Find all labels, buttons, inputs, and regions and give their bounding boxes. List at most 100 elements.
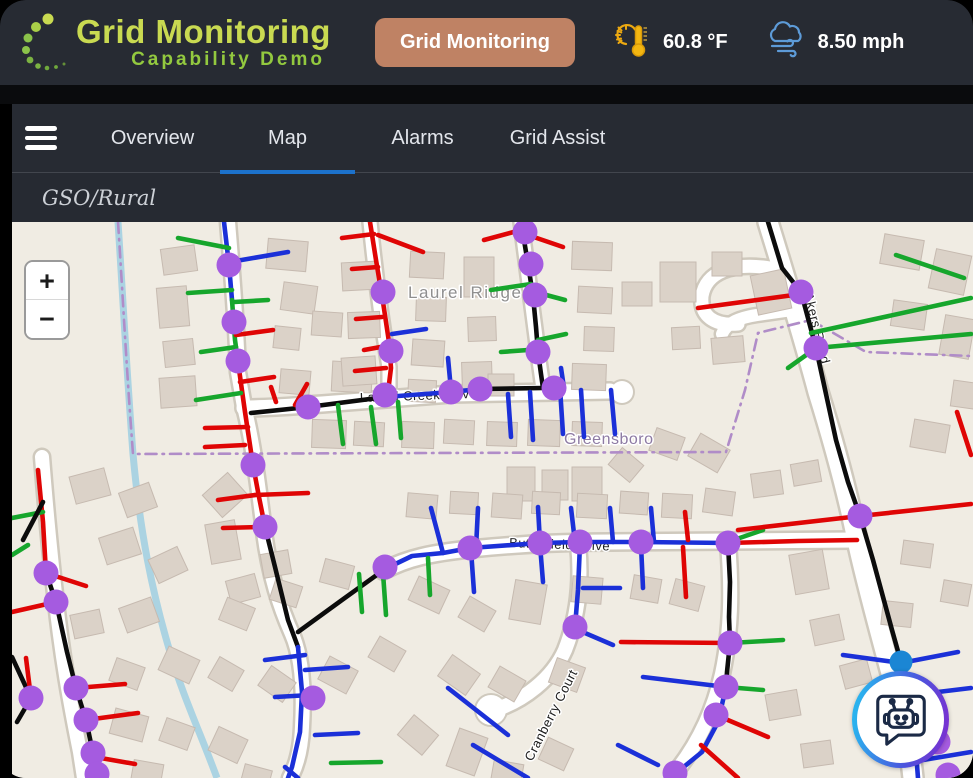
building xyxy=(572,363,607,390)
building xyxy=(443,419,474,445)
grid-node[interactable] xyxy=(568,530,593,555)
grid-map[interactable]: Laurel RidgeGreensboroLaurel Creek Drive… xyxy=(12,222,973,778)
building xyxy=(163,339,196,368)
grid-node[interactable] xyxy=(241,453,266,478)
power-line-g xyxy=(331,762,381,763)
building xyxy=(900,540,933,568)
building xyxy=(671,326,700,349)
grid-node[interactable] xyxy=(34,561,59,586)
grid-node[interactable] xyxy=(64,676,89,701)
map-canvas[interactable]: Laurel RidgeGreensboroLaurel Creek Drive… xyxy=(12,222,973,778)
breadcrumb: GSO/Rural xyxy=(42,186,156,210)
building xyxy=(810,614,845,646)
grid-node[interactable] xyxy=(716,531,741,556)
building xyxy=(449,491,478,514)
grid-node[interactable] xyxy=(373,383,398,408)
zoom-in-button[interactable]: + xyxy=(26,262,68,300)
building xyxy=(273,326,301,351)
app-header: Grid Monitoring Capability Demo Grid Mon… xyxy=(0,0,973,85)
building xyxy=(619,491,648,515)
wind-cloud-icon xyxy=(766,21,808,65)
logo-dots-swoosh-icon xyxy=(14,7,72,78)
building xyxy=(940,580,971,607)
grid-node[interactable] xyxy=(44,590,69,615)
power-line-b xyxy=(315,733,358,735)
building xyxy=(800,740,833,768)
power-line-r xyxy=(621,642,730,643)
building xyxy=(160,245,197,275)
building xyxy=(411,339,445,367)
grid-node[interactable] xyxy=(19,686,44,711)
grid-node[interactable] xyxy=(81,741,106,766)
tab-map[interactable]: Map xyxy=(220,104,355,173)
grid-node[interactable] xyxy=(468,377,493,402)
grid-node[interactable] xyxy=(519,252,544,277)
grid-node[interactable] xyxy=(528,531,553,556)
power-line-g xyxy=(188,290,232,293)
power-line-g xyxy=(428,558,430,595)
grid-node[interactable] xyxy=(804,336,829,361)
power-line-g xyxy=(398,402,401,438)
grid-node[interactable] xyxy=(253,515,278,540)
grid-node[interactable] xyxy=(301,686,326,711)
power-line-r xyxy=(685,512,688,540)
grid-node[interactable] xyxy=(379,339,404,364)
building xyxy=(702,488,735,516)
tab-alarms[interactable]: Alarms xyxy=(355,104,490,173)
grid-node[interactable] xyxy=(458,536,483,561)
building xyxy=(509,580,547,625)
map-zoom-control: + − xyxy=(24,260,70,340)
map-label: Greensboro xyxy=(564,431,654,448)
grid-node[interactable] xyxy=(714,675,739,700)
grid-monitoring-button[interactable]: Grid Monitoring xyxy=(375,18,575,67)
power-line-r xyxy=(355,368,386,371)
building xyxy=(765,689,801,720)
building xyxy=(572,241,613,270)
building xyxy=(584,326,615,351)
header-divider-strip xyxy=(0,85,973,104)
grid-node[interactable] xyxy=(704,703,729,728)
building xyxy=(661,493,692,519)
building xyxy=(712,252,742,276)
grid-node[interactable] xyxy=(563,615,588,640)
grid-node[interactable] xyxy=(789,280,814,305)
building xyxy=(660,262,696,302)
grid-node[interactable] xyxy=(542,376,567,401)
power-line-b xyxy=(530,392,533,440)
grid-node[interactable] xyxy=(222,310,247,335)
grid-node[interactable] xyxy=(526,340,551,365)
grid-node[interactable] xyxy=(74,708,99,733)
temperature-value: 60.8 °F xyxy=(663,31,728,54)
building xyxy=(622,282,652,306)
wind-readout: 8.50 mph xyxy=(766,21,905,65)
grid-node[interactable] xyxy=(373,555,398,580)
grid-node[interactable] xyxy=(629,530,654,555)
grid-monitoring-app: Grid Monitoring Capability Demo Grid Mon… xyxy=(0,0,973,778)
grid-node[interactable] xyxy=(226,349,251,374)
building xyxy=(531,491,560,514)
grid-node[interactable] xyxy=(523,283,548,308)
grid-node[interactable] xyxy=(371,280,396,305)
temperature-readout: 60.8 °F xyxy=(613,20,728,66)
tab-overview[interactable]: Overview xyxy=(85,104,220,173)
building xyxy=(789,549,829,594)
zoom-out-button[interactable]: − xyxy=(26,300,68,338)
tab-grid-assist[interactable]: Grid Assist xyxy=(490,104,625,173)
building xyxy=(311,311,343,337)
grid-node[interactable] xyxy=(439,380,464,405)
building xyxy=(280,282,318,314)
hamburger-menu-icon[interactable] xyxy=(25,126,57,150)
grid-node[interactable] xyxy=(718,631,743,656)
building xyxy=(950,380,973,410)
logo-subtitle: Capability Demo xyxy=(131,49,331,71)
logo-title: Grid Monitoring xyxy=(76,15,331,49)
building xyxy=(159,376,197,408)
grid-node[interactable] xyxy=(848,504,873,529)
grid-node[interactable] xyxy=(217,253,242,278)
thermometer-sun-icon xyxy=(613,20,653,66)
building xyxy=(577,286,612,314)
grid-node[interactable] xyxy=(296,395,321,420)
building xyxy=(491,493,523,519)
chat-assistant-button[interactable] xyxy=(852,671,949,768)
building xyxy=(910,419,950,453)
